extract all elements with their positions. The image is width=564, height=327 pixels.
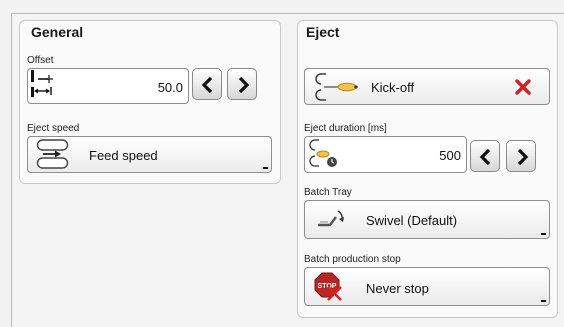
kick-off-icon <box>315 73 358 101</box>
batch-tray-label: Batch Tray <box>304 187 352 198</box>
duration-increase-button[interactable] <box>506 140 536 172</box>
batch-stop-label: Batch production stop <box>304 254 401 265</box>
eject-duration-value: 500 <box>439 148 461 163</box>
dropdown-corner-icon <box>541 300 546 302</box>
chevron-left-icon <box>479 148 491 166</box>
stop-sign-icon: STOP <box>314 272 342 301</box>
eject-title: Eject <box>306 24 340 40</box>
eject-speed-label: Eject speed <box>27 123 80 134</box>
chevron-right-icon <box>238 76 250 94</box>
eject-duration-label: Eject duration [ms] <box>304 123 387 134</box>
red-x-icon[interactable] <box>514 78 532 96</box>
kick-off-label: Kick-off <box>371 80 415 95</box>
duration-decrease-button[interactable] <box>470 140 500 172</box>
stop-sign-text: STOP <box>318 283 337 290</box>
general-title: General <box>31 24 84 40</box>
chevron-right-icon <box>517 148 529 166</box>
offset-icon <box>31 70 53 97</box>
swivel-tray-icon <box>318 210 344 227</box>
feed-speed-icon <box>36 139 69 169</box>
dropdown-corner-icon <box>263 167 268 169</box>
offset-increase-button[interactable] <box>227 68 257 100</box>
chevron-left-icon <box>201 76 213 94</box>
offset-label: Offset <box>27 55 54 66</box>
batch-tray-value: Swivel (Default) <box>366 213 458 228</box>
eject-duration-icon <box>309 139 337 167</box>
offset-value: 50.0 <box>157 80 183 95</box>
offset-decrease-button[interactable] <box>192 68 222 100</box>
eject-speed-value: Feed speed <box>89 148 158 163</box>
dropdown-corner-icon <box>541 233 546 235</box>
batch-stop-value: Never stop <box>366 281 429 296</box>
